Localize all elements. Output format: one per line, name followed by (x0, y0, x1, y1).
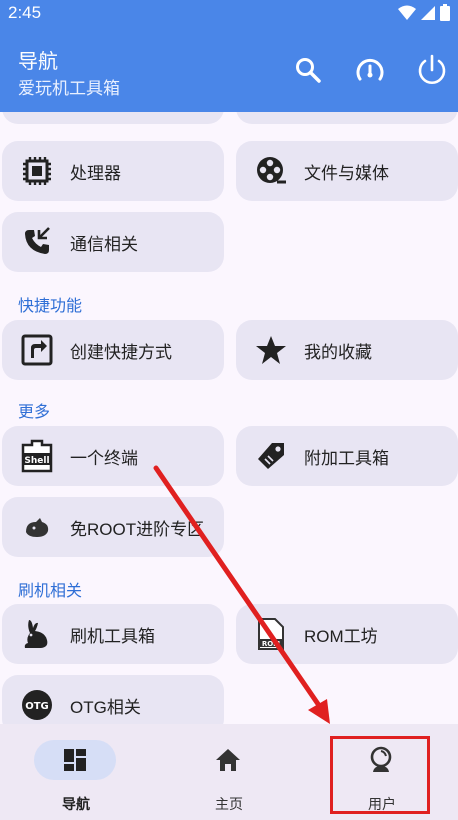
card-processor[interactable]: 处理器 (2, 141, 224, 201)
card-no-root-advanced[interactable]: 免ROOT进阶专区 (2, 497, 224, 557)
card-terminal[interactable]: Shell 一个终端 (2, 426, 224, 486)
film-reel-icon (254, 154, 288, 188)
annotation-highlight-box (330, 736, 430, 814)
card-extra-toolbox[interactable]: 附加工具箱 (236, 426, 458, 486)
app-bar: 导航 爱玩机工具箱 (0, 26, 458, 112)
wifi-icon (398, 5, 416, 20)
card-label: 免ROOT进阶专区 (70, 519, 205, 539)
card-label: 文件与媒体 (304, 163, 389, 183)
section-title-shortcuts: 快捷功能 (18, 298, 83, 315)
signal-icon (421, 5, 435, 20)
nav-item-home[interactable]: 主页 (153, 724, 305, 820)
card-label: 刷机工具箱 (70, 626, 155, 646)
star-icon (254, 333, 288, 367)
speed-test-button[interactable] (350, 50, 390, 90)
nav-pill-navigation (34, 740, 116, 780)
card-label: 我的收藏 (304, 342, 372, 362)
card-label: OTG相关 (70, 697, 141, 717)
status-icons (398, 4, 450, 21)
otg-icon: OTG (20, 688, 54, 722)
section-title-flashing: 刷机相关 (18, 583, 83, 600)
card-label: 附加工具箱 (304, 448, 389, 468)
card-flash-toolbox[interactable]: 刷机工具箱 (2, 604, 224, 664)
status-bar: 2:45 (0, 0, 458, 26)
card-favorites[interactable]: 我的收藏 (236, 320, 458, 380)
search-button[interactable] (288, 50, 328, 90)
battery-icon (440, 4, 450, 21)
card-rom-workshop[interactable]: ROM ROM工坊 (236, 604, 458, 664)
dashboard-icon (64, 749, 86, 771)
nav-label-navigation: 导航 (62, 796, 90, 812)
section-title-more: 更多 (18, 404, 51, 421)
nav-pill-home (187, 740, 269, 780)
page-title: 导航 (18, 51, 58, 73)
rom-file-icon: ROM (254, 617, 288, 651)
card-label: 一个终端 (70, 448, 138, 468)
cpu-icon (20, 154, 54, 188)
nav-item-navigation[interactable]: 导航 (0, 724, 152, 820)
tag-icon (254, 439, 288, 473)
card-communication[interactable]: 通信相关 (2, 212, 224, 272)
power-icon (418, 54, 446, 84)
card-otg[interactable]: OTG OTG相关 (2, 675, 224, 724)
nav-label-home: 主页 (215, 796, 243, 812)
card-cut-off-right[interactable] (236, 112, 458, 124)
power-button[interactable] (412, 50, 452, 90)
search-icon (296, 58, 321, 83)
card-label: 处理器 (70, 163, 121, 183)
phone-call-icon (20, 225, 54, 259)
page-subtitle: 爱玩机工具箱 (18, 79, 120, 98)
svg-text:Shell: Shell (24, 456, 49, 466)
navigation-list[interactable]: 处理器 文件与媒体 通信相关 快捷功能 创建快捷方式 我的收藏 更多 Shell… (0, 112, 458, 724)
shell-icon: Shell (20, 439, 54, 473)
status-time: 2:45 (8, 3, 42, 22)
card-create-shortcut[interactable]: 创建快捷方式 (2, 320, 224, 380)
home-icon (216, 749, 240, 771)
card-label: 创建快捷方式 (70, 342, 172, 362)
card-label: ROM工坊 (304, 626, 378, 646)
card-label: 通信相关 (70, 234, 138, 254)
card-cut-off-left[interactable] (2, 112, 224, 124)
speedometer-icon (356, 58, 384, 81)
shortcut-icon (20, 333, 54, 367)
rabbit-icon (20, 617, 54, 651)
svg-text:OTG: OTG (25, 701, 49, 712)
fox-icon (20, 510, 54, 544)
svg-text:ROM: ROM (262, 640, 280, 648)
card-files-media[interactable]: 文件与媒体 (236, 141, 458, 201)
